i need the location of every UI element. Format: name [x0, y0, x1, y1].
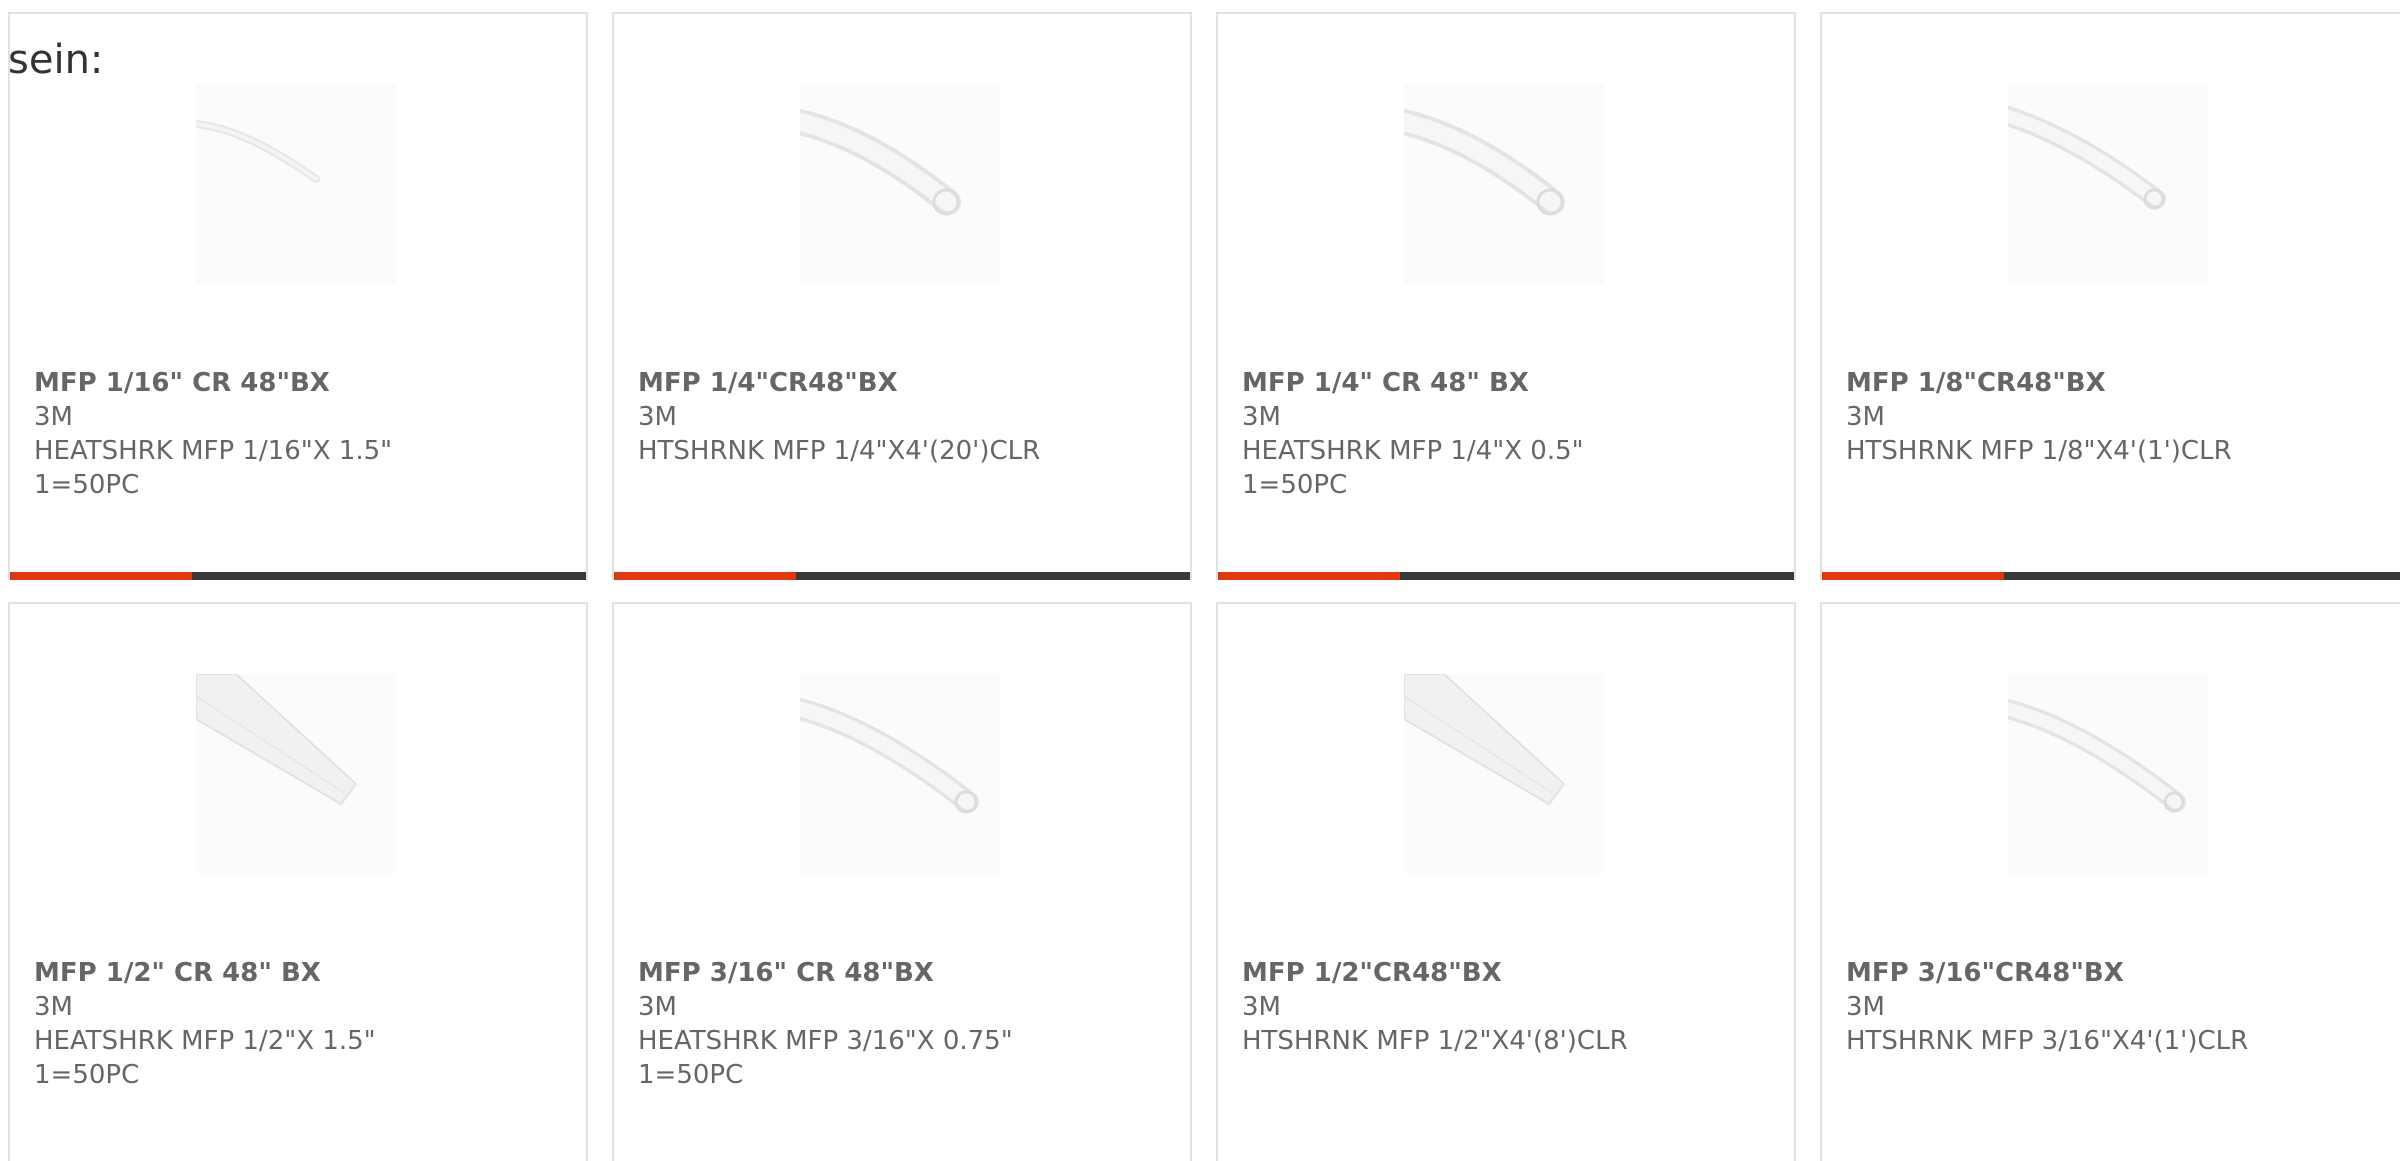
- product-brand: 3M: [34, 992, 73, 1022]
- product-card[interactable]: MFP 1/8"CR48"BX 3M HTSHRNK MFP 1/8"X4'(1…: [1820, 12, 2400, 580]
- card-accent-bar: [614, 572, 796, 580]
- product-info: MFP 1/2" CR 48" BX 3M HEATSHRK MFP 1/2"X…: [34, 956, 576, 1092]
- product-description: HEATSHRK MFP 1/4"X 0.5": [1242, 436, 1584, 466]
- card-accent-bar: [1218, 572, 1400, 580]
- product-description: HEATSHRK MFP 3/16"X 0.75": [638, 1026, 1013, 1056]
- product-info: MFP 3/16" CR 48"BX 3M HEATSHRK MFP 3/16"…: [638, 956, 1180, 1092]
- product-brand: 3M: [1242, 992, 1281, 1022]
- heat-shrink-tube-icon: [2008, 699, 2186, 813]
- product-image[interactable]: [2008, 674, 2208, 874]
- product-name[interactable]: MFP 1/16" CR 48"BX: [34, 366, 576, 400]
- heat-shrink-tube-icon: [1404, 109, 1565, 216]
- product-name[interactable]: MFP 1/4"CR48"BX: [638, 366, 1180, 400]
- card-accent-bar: [10, 572, 192, 580]
- heat-shrink-tube-icon: [196, 674, 358, 806]
- product-description: HEATSHRK MFP 1/16"X 1.5": [34, 436, 393, 466]
- intro-text: sein:: [8, 37, 104, 83]
- product-card[interactable]: MFP 3/16"CR48"BX 3M HTSHRNK MFP 3/16"X4'…: [1820, 602, 2400, 1161]
- product-name[interactable]: MFP 1/4" CR 48" BX: [1242, 366, 1784, 400]
- product-info: MFP 1/4" CR 48" BX 3M HEATSHRK MFP 1/4"X…: [1242, 366, 1784, 502]
- heat-shrink-tube-icon: [2008, 106, 2166, 210]
- product-image[interactable]: [800, 674, 1000, 874]
- card-footer-bar: [10, 572, 586, 580]
- product-card[interactable]: MFP 1/4" CR 48" BX 3M HEATSHRK MFP 1/4"X…: [1216, 12, 1796, 580]
- product-info: MFP 1/8"CR48"BX 3M HTSHRNK MFP 1/8"X4'(1…: [1846, 366, 2390, 468]
- heat-shrink-tube-icon: [800, 109, 961, 216]
- product-pack: 1=50PC: [34, 1060, 140, 1090]
- product-name[interactable]: MFP 1/2" CR 48" BX: [34, 956, 576, 990]
- product-name[interactable]: MFP 3/16"CR48"BX: [1846, 956, 2390, 990]
- product-description: HTSHRNK MFP 1/8"X4'(1')CLR: [1846, 436, 2232, 466]
- product-brand: 3M: [1846, 402, 1885, 432]
- product-image[interactable]: [1404, 674, 1604, 874]
- product-description: HTSHRNK MFP 3/16"X4'(1')CLR: [1846, 1026, 2249, 1056]
- product-name[interactable]: MFP 1/2"CR48"BX: [1242, 956, 1784, 990]
- product-description: HTSHRNK MFP 1/4"X4'(20')CLR: [638, 436, 1041, 466]
- product-image[interactable]: [800, 84, 1000, 284]
- heat-shrink-tube-icon: [800, 698, 979, 814]
- product-listing: sein: MFP 1/16" CR 48"BX 3M HEATSHRK MFP…: [0, 0, 2400, 1161]
- card-footer-bar: [1218, 572, 1794, 580]
- product-card[interactable]: MFP 1/16" CR 48"BX 3M HEATSHRK MFP 1/16"…: [8, 12, 588, 580]
- product-name[interactable]: MFP 3/16" CR 48"BX: [638, 956, 1180, 990]
- heat-shrink-tube-icon: [1404, 674, 1566, 806]
- product-description: HTSHRNK MFP 1/2"X4'(8')CLR: [1242, 1026, 1628, 1056]
- product-name[interactable]: MFP 1/8"CR48"BX: [1846, 366, 2390, 400]
- product-brand: 3M: [34, 402, 73, 432]
- product-pack: 1=50PC: [34, 470, 140, 500]
- product-info: MFP 1/4"CR48"BX 3M HTSHRNK MFP 1/4"X4'(2…: [638, 366, 1180, 468]
- product-card[interactable]: MFP 1/2"CR48"BX 3M HTSHRNK MFP 1/2"X4'(8…: [1216, 602, 1796, 1161]
- product-grid: MFP 1/16" CR 48"BX 3M HEATSHRK MFP 1/16"…: [0, 0, 2400, 1161]
- product-brand: 3M: [638, 402, 677, 432]
- product-pack: 1=50PC: [638, 1060, 744, 1090]
- product-brand: 3M: [1846, 992, 1885, 1022]
- product-description: HEATSHRK MFP 1/2"X 1.5": [34, 1026, 376, 1056]
- product-card[interactable]: MFP 3/16" CR 48"BX 3M HEATSHRK MFP 3/16"…: [612, 602, 1192, 1161]
- product-image[interactable]: [1404, 84, 1604, 284]
- product-info: MFP 3/16"CR48"BX 3M HTSHRNK MFP 3/16"X4'…: [1846, 956, 2390, 1058]
- product-info: MFP 1/2"CR48"BX 3M HTSHRNK MFP 1/2"X4'(8…: [1242, 956, 1784, 1058]
- product-info: MFP 1/16" CR 48"BX 3M HEATSHRK MFP 1/16"…: [34, 366, 576, 502]
- product-image[interactable]: [196, 674, 396, 874]
- product-image[interactable]: [2008, 84, 2208, 284]
- product-image[interactable]: [196, 84, 396, 284]
- product-card[interactable]: MFP 1/2" CR 48" BX 3M HEATSHRK MFP 1/2"X…: [8, 602, 588, 1161]
- card-accent-bar: [1822, 572, 2004, 580]
- product-pack: 1=50PC: [1242, 470, 1348, 500]
- card-footer-bar: [1822, 572, 2400, 580]
- heat-shrink-tube-icon: [196, 120, 320, 183]
- product-brand: 3M: [1242, 402, 1281, 432]
- product-card[interactable]: MFP 1/4"CR48"BX 3M HTSHRNK MFP 1/4"X4'(2…: [612, 12, 1192, 580]
- card-footer-bar: [614, 572, 1190, 580]
- product-brand: 3M: [638, 992, 677, 1022]
